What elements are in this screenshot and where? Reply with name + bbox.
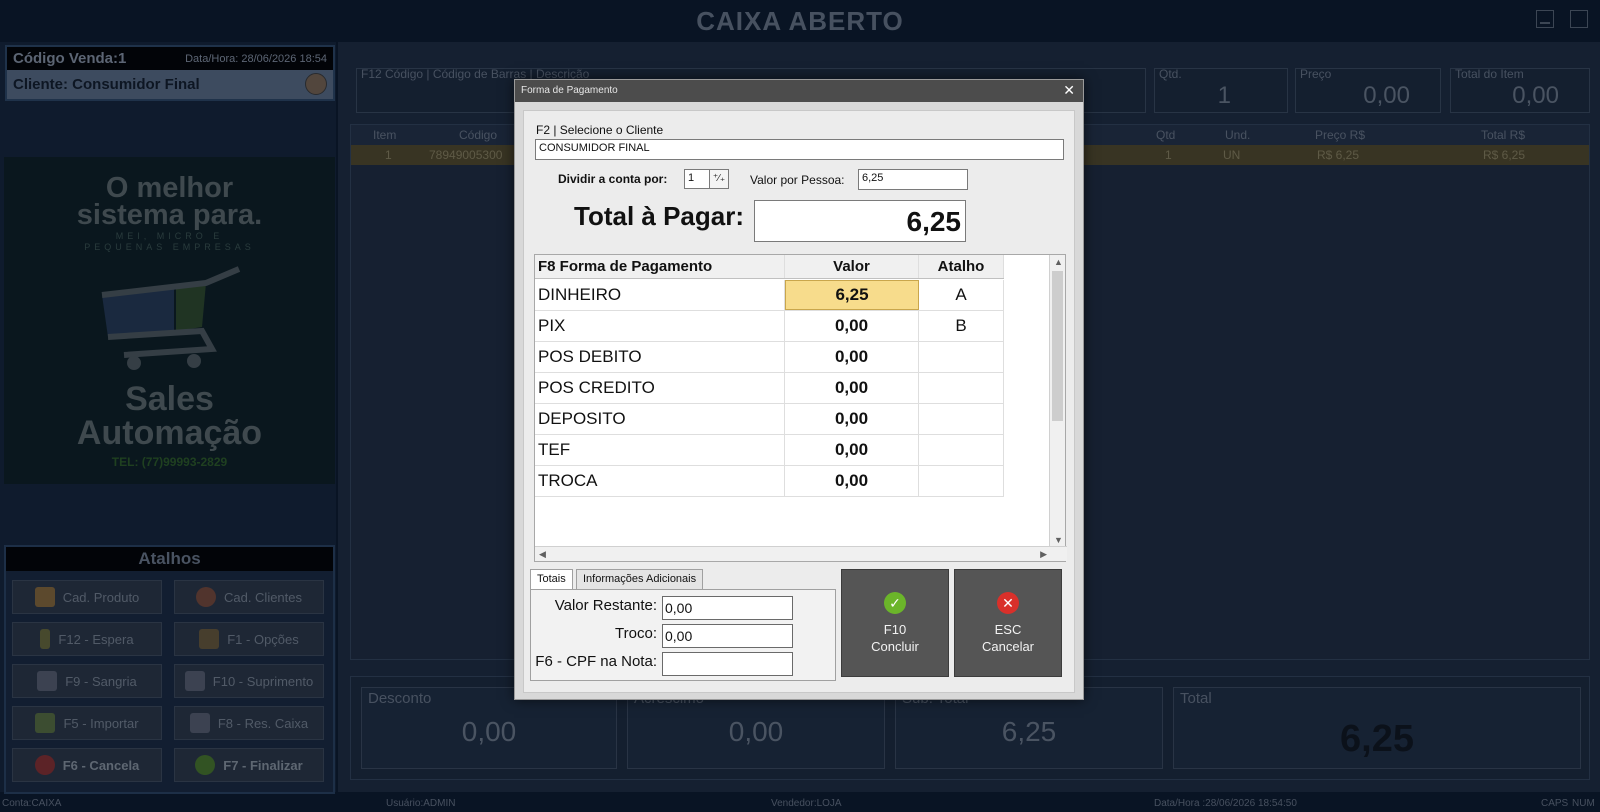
- tab-informacoes-adicionais[interactable]: Informações Adicionais: [576, 569, 704, 589]
- payment-dialog: Forma de Pagamento ✕ F2 | Selecione o Cl…: [514, 79, 1084, 700]
- payment-row-pos-credito[interactable]: POS CREDITO 0,00: [535, 373, 1004, 404]
- payment-row-pos-debito[interactable]: POS DEBITO 0,00: [535, 342, 1004, 373]
- valor-restante-label: Valor Restante:: [554, 597, 657, 614]
- tab-totais[interactable]: Totais: [530, 569, 573, 589]
- per-person-input[interactable]: 6,25: [858, 169, 968, 190]
- totals-tab-panel: Valor Restante: 0,00 Troco: 0,00 F6 - CP…: [530, 589, 836, 681]
- payment-row-tef[interactable]: TEF 0,00: [535, 435, 1004, 466]
- split-label: Dividir a conta por:: [558, 172, 668, 186]
- scroll-thumb[interactable]: [1052, 271, 1063, 421]
- totals-tabs: Totais Informações Adicionais Valor Rest…: [530, 569, 836, 684]
- dialog-title: Forma de Pagamento: [521, 85, 618, 96]
- split-input[interactable]: 1: [684, 169, 710, 189]
- vertical-scrollbar[interactable]: ▲ ▼: [1049, 255, 1065, 547]
- payment-value-cell[interactable]: 6,25: [785, 280, 919, 310]
- payment-row-troca[interactable]: TROCA 0,00: [535, 466, 1004, 497]
- horizontal-scrollbar[interactable]: ◀ ▶: [535, 546, 1067, 561]
- scroll-left-icon[interactable]: ◀: [539, 549, 546, 560]
- client-select-label: F2 | Selecione o Cliente: [536, 123, 664, 137]
- scroll-down-icon[interactable]: ▼: [1054, 535, 1063, 545]
- x-circle-icon: ✕: [997, 592, 1019, 614]
- troco-label: Troco:: [615, 625, 657, 642]
- payment-row-deposito[interactable]: DEPOSITO 0,00: [535, 404, 1004, 435]
- payment-table-header: F8 Forma de Pagamento Valor Atalho: [535, 255, 1004, 279]
- dialog-titlebar: Forma de Pagamento ✕: [515, 80, 1083, 102]
- client-select-input[interactable]: CONSUMIDOR FINAL: [535, 139, 1064, 160]
- concluir-button[interactable]: ✓ F10 Concluir: [841, 569, 949, 677]
- payment-row-pix[interactable]: PIX 0,00 B: [535, 311, 1004, 342]
- total-to-pay-value: 6,25: [754, 200, 966, 242]
- total-to-pay-label: Total à Pagar:: [574, 201, 745, 231]
- cpf-label: F6 - CPF na Nota:: [535, 653, 657, 670]
- payment-methods-table[interactable]: F8 Forma de Pagamento Valor Atalho DINHE…: [534, 254, 1067, 562]
- scroll-right-icon[interactable]: ▶: [1040, 549, 1047, 560]
- cancelar-button[interactable]: ✕ ESC Cancelar: [954, 569, 1062, 677]
- payment-row-dinheiro[interactable]: DINHEIRO 6,25 A: [535, 280, 1004, 311]
- cpf-input[interactable]: [662, 652, 793, 676]
- per-person-label: Valor por Pessoa:: [750, 173, 845, 187]
- check-circle-icon: ✓: [884, 592, 906, 614]
- troco-input[interactable]: 0,00: [662, 624, 793, 648]
- close-icon[interactable]: ✕: [1063, 82, 1075, 99]
- dialog-body: F2 | Selecione o Cliente CONSUMIDOR FINA…: [523, 110, 1075, 693]
- scroll-up-icon[interactable]: ▲: [1054, 257, 1063, 267]
- valor-restante-input[interactable]: 0,00: [662, 596, 793, 620]
- split-spinner-icon[interactable]: ⁺∕₊: [709, 169, 729, 189]
